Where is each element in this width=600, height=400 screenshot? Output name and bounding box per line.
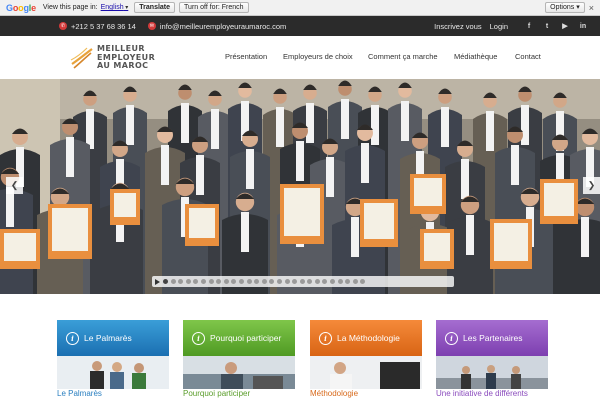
box-why-title: Pourquoi participer xyxy=(210,333,282,343)
slider-dot[interactable] xyxy=(200,279,206,284)
slider-dot[interactable] xyxy=(345,279,351,284)
box-partners-caption[interactable]: Une initiative de différents xyxy=(436,390,548,398)
slider-dot[interactable] xyxy=(269,279,275,284)
box-method-caption[interactable]: Méthodologie xyxy=(310,390,422,398)
nav-media[interactable]: Médiathèque xyxy=(454,52,497,61)
slider-prev-button[interactable]: ❮ xyxy=(6,177,23,194)
slider-dot[interactable] xyxy=(261,279,267,284)
info-icon: i xyxy=(445,331,458,345)
turn-off-button[interactable]: Turn off for: French xyxy=(179,2,249,13)
box-palmares-image xyxy=(57,356,169,389)
box-partners-image xyxy=(436,356,548,389)
nav-contact[interactable]: Contact xyxy=(515,52,541,61)
box-palmares[interactable]: i Le Palmarès Le Palmarès xyxy=(57,320,169,398)
slider-dot[interactable] xyxy=(284,279,290,284)
slider-dot[interactable] xyxy=(322,279,328,284)
box-palmares-caption[interactable]: Le Palmarès xyxy=(57,390,169,398)
top-bar: ✆ +212 5 37 68 36 14 ✉ info@meilleurempl… xyxy=(0,16,600,36)
info-icon: i xyxy=(192,331,205,345)
photo-overlay xyxy=(0,79,600,294)
box-why-image xyxy=(183,356,295,389)
slider-dot[interactable] xyxy=(185,279,191,284)
group-photo xyxy=(0,79,600,294)
twitter-icon[interactable]: t xyxy=(538,23,556,30)
slider-dot[interactable] xyxy=(216,279,222,284)
box-why-header: i Pourquoi participer xyxy=(183,320,295,356)
page: Google View this page in: English Transl… xyxy=(0,0,600,400)
phone-icon: ✆ xyxy=(59,22,67,30)
box-why-caption[interactable]: Pourquoi participer xyxy=(183,390,295,398)
box-partners-title: Les Partenaires xyxy=(463,333,523,343)
box-method-header: i La Méthodologie xyxy=(310,320,422,356)
slider-dot[interactable] xyxy=(163,279,168,284)
info-icon: i xyxy=(66,331,79,345)
slider-dot[interactable] xyxy=(314,279,320,284)
slider-dot[interactable] xyxy=(352,279,358,284)
slider-next-button[interactable]: ❯ xyxy=(583,177,600,194)
box-partners[interactable]: i Les Partenaires Une initiative de diffé… xyxy=(436,320,548,398)
slider-dot[interactable] xyxy=(254,279,260,284)
slider-dot[interactable] xyxy=(292,279,298,284)
slider-dot[interactable] xyxy=(330,279,336,284)
slider-dot[interactable] xyxy=(238,279,244,284)
box-method-image xyxy=(310,356,422,389)
slider-dot[interactable] xyxy=(360,279,366,284)
info-icon: i xyxy=(319,331,332,345)
box-method-title: La Méthodologie xyxy=(337,333,400,343)
slider-dot[interactable] xyxy=(246,279,252,284)
register-link[interactable]: Inscrivez vous xyxy=(434,22,482,31)
slider-dot[interactable] xyxy=(223,279,229,284)
slider-dot[interactable] xyxy=(178,279,184,284)
nav-how-it-works[interactable]: Comment ça marche xyxy=(368,52,438,61)
options-button[interactable]: Options ▾ xyxy=(545,2,585,13)
slider-dot[interactable] xyxy=(231,279,237,284)
box-palmares-title: Le Palmarès xyxy=(84,333,132,343)
translate-button[interactable]: Translate xyxy=(134,2,176,13)
box-methodology[interactable]: i La Méthodologie Méthodologie xyxy=(310,320,422,398)
language-select[interactable]: English xyxy=(101,4,129,11)
slider-dot[interactable] xyxy=(170,279,176,284)
translate-prompt: View this page in: xyxy=(42,4,98,11)
google-logo: Google xyxy=(6,2,36,13)
facebook-icon[interactable]: f xyxy=(520,23,538,30)
top-bar-right: Inscrivez vous Login f t ▶ in xyxy=(434,22,592,31)
slider-dots xyxy=(163,279,368,284)
close-icon[interactable]: × xyxy=(589,3,594,13)
options-label: Options xyxy=(550,4,575,11)
box-why-participate[interactable]: i Pourquoi participer Pourquoi participer xyxy=(183,320,295,398)
slider-dot[interactable] xyxy=(276,279,282,284)
slider-dot[interactable] xyxy=(337,279,343,284)
slider-dot[interactable] xyxy=(307,279,313,284)
box-partners-header: i Les Partenaires xyxy=(436,320,548,356)
slider-controls xyxy=(152,276,454,287)
email-link[interactable]: info@meilleuremployeuraumaroc.com xyxy=(160,22,286,31)
login-link[interactable]: Login xyxy=(490,22,508,31)
linkedin-icon[interactable]: in xyxy=(574,23,592,30)
nav-presentation[interactable]: Présentation xyxy=(225,52,267,61)
youtube-icon[interactable]: ▶ xyxy=(556,22,574,30)
translate-bar: Google View this page in: English Transl… xyxy=(0,0,600,16)
play-icon[interactable] xyxy=(155,278,160,285)
slider-dot[interactable] xyxy=(299,279,305,284)
nav-employers[interactable]: Employeurs de choix xyxy=(283,52,353,61)
slider-dot[interactable] xyxy=(208,279,214,284)
phone-number: +212 5 37 68 36 14 xyxy=(71,21,136,31)
site-header: MEILLEUR EMPLOYEUR AU MAROC Présentation… xyxy=(0,36,600,79)
box-palmares-header: i Le Palmarès xyxy=(57,320,169,356)
main-nav: Présentation Employeurs de choix Comment… xyxy=(0,36,600,79)
slider-dot[interactable] xyxy=(193,279,199,284)
hero-slider: ❮ ❯ xyxy=(0,79,600,294)
mail-icon: ✉ xyxy=(147,22,156,30)
feature-boxes: i Le Palmarès Le Palmarès i Pourquoi parti… xyxy=(0,320,600,400)
